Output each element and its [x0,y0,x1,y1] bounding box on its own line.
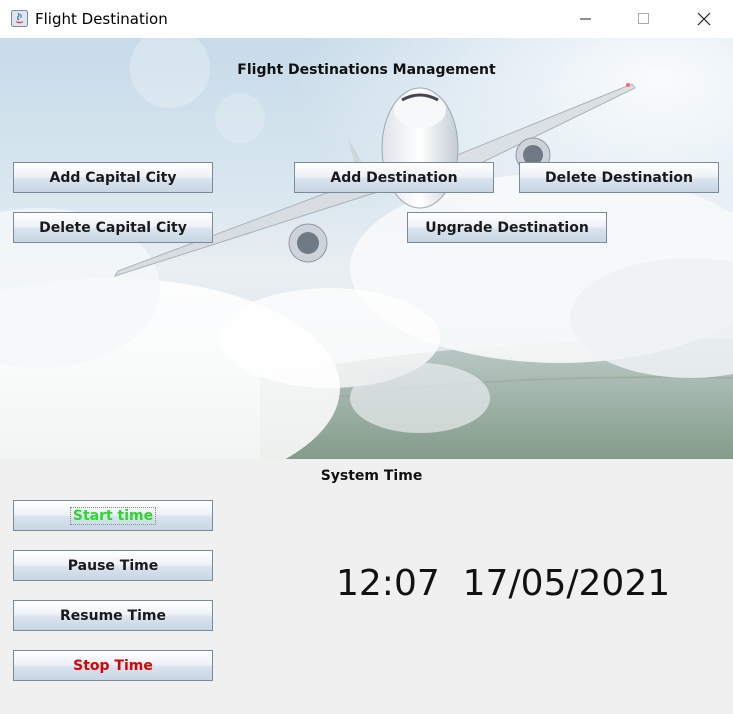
delete-destination-button[interactable]: Delete Destination [519,162,719,193]
clock-time: 12:07 [336,563,440,604]
clock-date: 17/05/2021 [462,563,671,604]
resume-time-button[interactable]: Resume Time [13,600,213,631]
page-title: Flight Destinations Management [237,62,496,78]
minimize-icon [580,18,591,20]
add-capital-city-button[interactable]: Add Capital City [13,162,213,193]
pause-time-button[interactable]: Pause Time [13,550,213,581]
delete-capital-city-button[interactable]: Delete Capital City [13,212,213,243]
java-app-icon [11,10,28,27]
upgrade-destination-button[interactable]: Upgrade Destination [407,212,607,243]
start-time-label: Start time [69,506,157,525]
hero-background-panel: Flight Destinations Management Add Capit… [0,38,733,459]
minimize-button[interactable] [563,0,609,38]
maximize-button[interactable] [621,0,667,38]
window-titlebar: Flight Destination [0,0,733,38]
close-button[interactable] [681,0,727,38]
window-title: Flight Destination [35,10,168,28]
stop-time-button[interactable]: Stop Time [13,650,213,681]
clock-display: 12:07 17/05/2021 [336,563,670,604]
close-icon [697,12,711,26]
start-time-button[interactable]: Start time [13,500,213,531]
airplane-sky-image [0,38,733,459]
maximize-icon [638,13,649,24]
system-time-label: System Time [320,468,423,484]
add-destination-button[interactable]: Add Destination [294,162,494,193]
